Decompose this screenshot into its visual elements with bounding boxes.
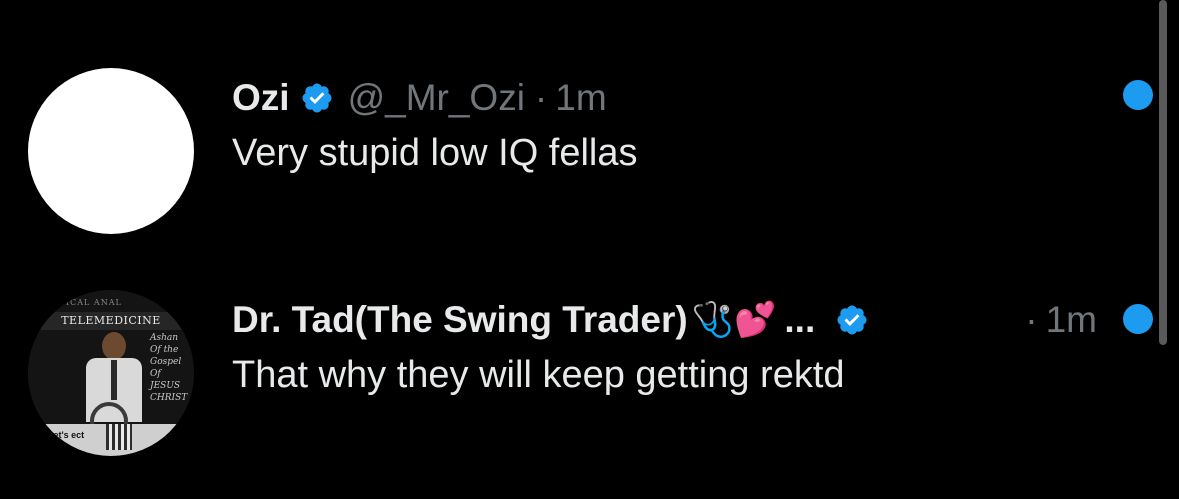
post-text: Very stupid low IQ fellas [232, 132, 638, 174]
handle[interactable]: @_Mr_Ozi [348, 77, 525, 119]
avatar[interactable] [28, 68, 194, 234]
avatar-footer-text: Let's ect On [48, 430, 85, 450]
qr-code-icon [106, 424, 132, 450]
avatar-person [84, 332, 144, 440]
separator-dot: · [534, 77, 548, 118]
notification-item[interactable]: Ozi @_Mr_Ozi · 1m Very stupid low IQ fel… [0, 60, 1179, 250]
avatar-top-text: NICAL ANAL [58, 298, 122, 307]
name-emoji: 🩺💕 [691, 301, 777, 339]
time-meta: · 1m [1015, 298, 1097, 342]
avatar[interactable]: NICAL ANAL TELEMEDICINE Ashan Of the Gos… [28, 290, 194, 456]
post-text: That why they will keep getting rektd [232, 354, 845, 396]
unread-indicator [1123, 304, 1153, 334]
notification-item[interactable]: NICAL ANAL TELEMEDICINE Ashan Of the Gos… [0, 282, 1179, 472]
display-name[interactable]: Ozi [232, 77, 290, 119]
author-row: Dr. Tad(The Swing Trader) 🩺💕 ... [232, 298, 869, 342]
name-truncation: ... [784, 299, 816, 340]
avatar-banner-text: TELEMEDICINE [28, 312, 194, 330]
timestamp: 1m [555, 77, 607, 118]
unread-indicator [1123, 80, 1153, 110]
timestamp: 1m [1045, 299, 1097, 340]
display-name[interactable]: Dr. Tad(The Swing Trader) [232, 299, 688, 341]
author-row: Ozi @_Mr_Ozi · 1m [232, 76, 607, 120]
verified-badge-icon [837, 305, 867, 335]
separator-dot: · [1025, 299, 1038, 340]
avatar-script-text: Ashan Of the Gospel Of JESUS CHRIST [150, 333, 188, 403]
verified-badge-icon [302, 83, 332, 113]
